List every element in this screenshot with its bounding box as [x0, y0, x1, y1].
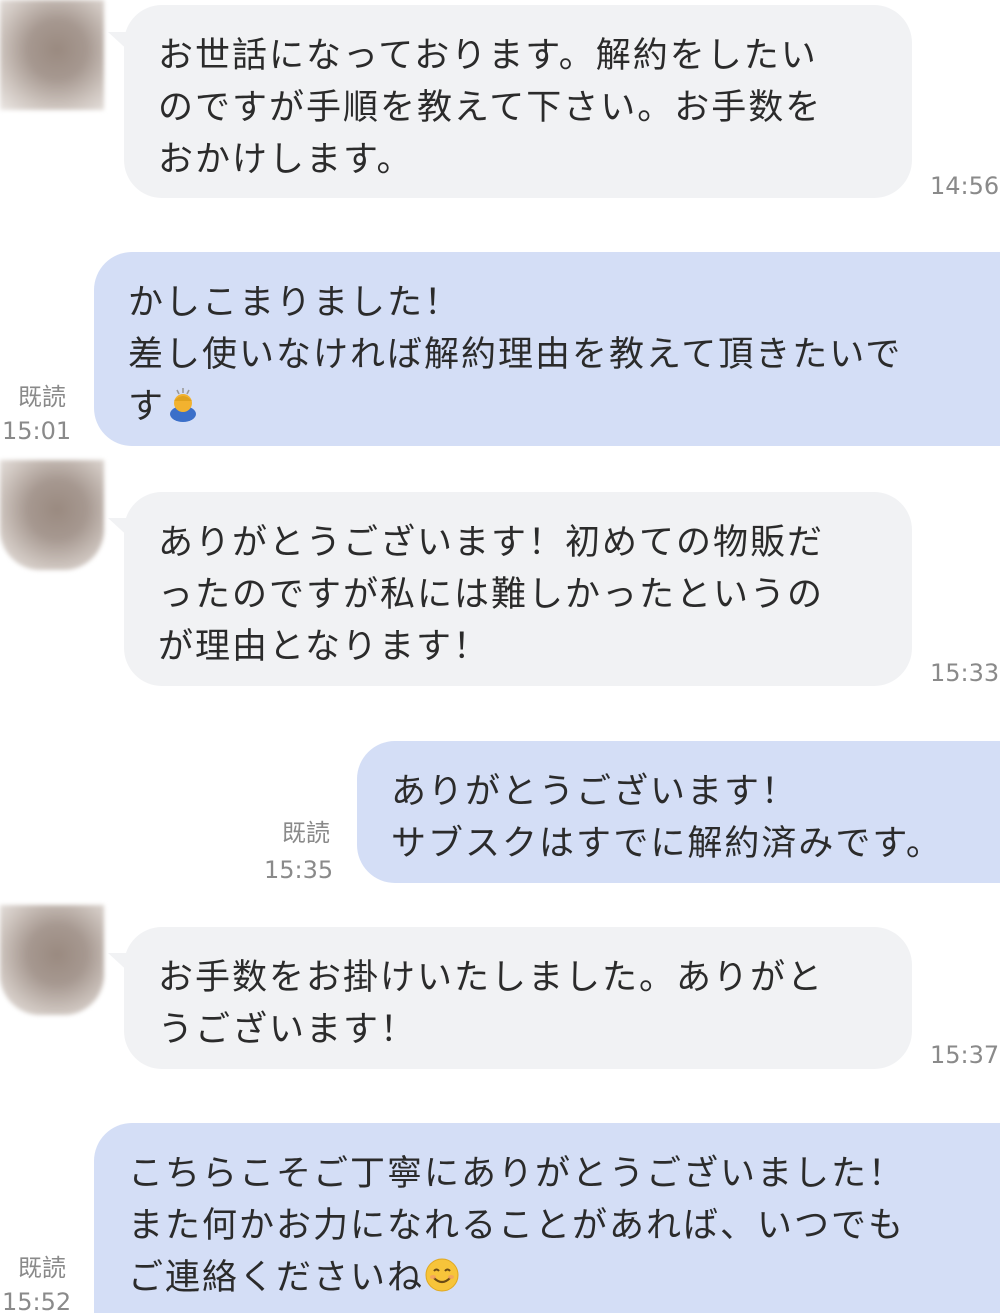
message-line: おかけします。	[158, 140, 414, 180]
message-timestamp: 15:37	[930, 1041, 1000, 1069]
outgoing-message-bubble[interactable]: かしこまりました！ 差し使いなければ解約理由を教えて頂きたいで す	[94, 252, 1000, 446]
message-line: す	[128, 381, 966, 433]
incoming-message-bubble[interactable]: お世話になっております。解約をしたい のですが手順を教えて下さい。お手数を おか…	[124, 5, 912, 198]
smiling-face-emoji	[425, 1258, 459, 1292]
message-line-text: ご連絡くださいね	[128, 1258, 425, 1298]
contact-avatar[interactable]	[0, 460, 104, 570]
chat-thread: お世話になっております。解約をしたい のですが手順を教えて下さい。お手数を おか…	[0, 0, 1000, 1316]
incoming-message-bubble[interactable]: ありがとうございます！初めての物販だ ったのですが私には難しかったというの が理…	[124, 492, 912, 686]
read-receipt: 既読	[282, 819, 330, 847]
contact-avatar[interactable]	[0, 905, 104, 1015]
message-line: ご連絡くださいね	[128, 1252, 966, 1304]
message-timestamp: 15:35	[264, 856, 334, 884]
contact-avatar[interactable]	[0, 0, 104, 110]
message-line: ったのですが私には難しかったというの	[158, 575, 825, 615]
message-line: 差し使いなければ解約理由を教えて頂きたいで	[128, 335, 903, 375]
read-receipt: 既読	[18, 1254, 66, 1282]
message-line: こちらこそご丁寧にありがとうございました！	[128, 1154, 906, 1194]
message-line: うございます！	[158, 1010, 418, 1050]
message-line: ありがとうございます！	[391, 772, 799, 812]
message-timestamp: 15:01	[2, 417, 72, 445]
message-line: ありがとうございます！初めての物販だ	[158, 523, 825, 563]
message-timestamp: 15:33	[930, 659, 1000, 687]
message-line: サブスクはすでに解約済みです。	[391, 824, 943, 864]
message-line-text: す	[128, 387, 166, 427]
message-line: が理由となります！	[158, 627, 490, 667]
message-timestamp: 14:56	[930, 172, 1000, 200]
message-line: かしこまりました！	[128, 283, 462, 323]
message-timestamp: 15:52	[2, 1288, 72, 1316]
message-line: お手数をお掛けいたしました。ありがと	[158, 958, 825, 998]
message-line: のですが手順を教えて下さい。お手数を	[158, 88, 823, 128]
message-line: また何かお力になれることがあれば、いつでも	[128, 1206, 906, 1246]
message-line: お世話になっております。解約をしたい	[158, 36, 818, 76]
outgoing-message-bubble[interactable]: ありがとうございます！ サブスクはすでに解約済みです。	[357, 741, 1000, 883]
read-receipt: 既読	[18, 383, 66, 411]
person-bowing-emoji	[170, 388, 197, 422]
outgoing-message-bubble[interactable]: こちらこそご丁寧にありがとうございました！ また何かお力になれることがあれば、い…	[94, 1123, 1000, 1313]
incoming-message-bubble[interactable]: お手数をお掛けいたしました。ありがと うございます！	[124, 927, 912, 1069]
